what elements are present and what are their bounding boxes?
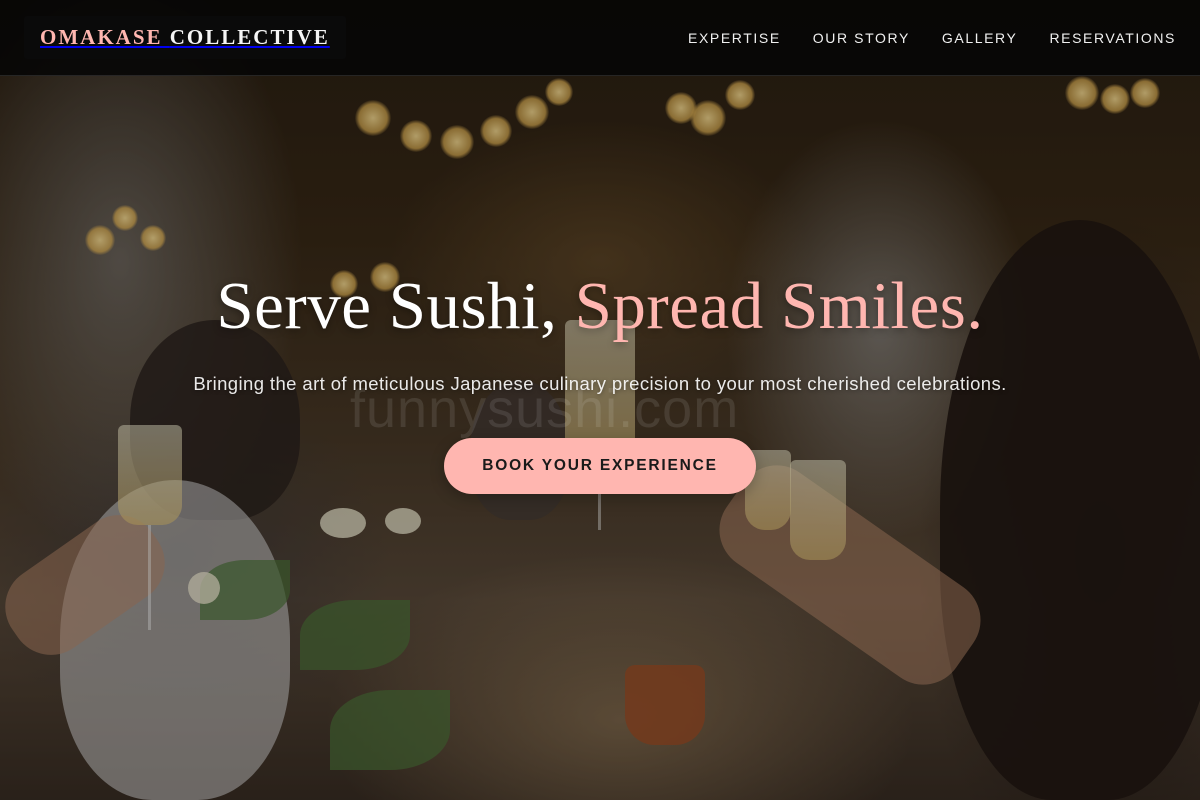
nav-link-our-story[interactable]: OUR STORY bbox=[813, 30, 910, 46]
top-navigation: OMAKASE COLLECTIVE EXPERTISE OUR STORY G… bbox=[0, 0, 1200, 76]
nav-links: EXPERTISE OUR STORY GALLERY RESERVATIONS bbox=[688, 30, 1176, 46]
headline-part1: Serve Sushi, bbox=[216, 269, 558, 343]
hero-subheadline: Bringing the art of meticulous Japanese … bbox=[193, 372, 1007, 394]
book-experience-button[interactable]: BOOK YOUR EXPERIENCE bbox=[444, 437, 756, 494]
hero-section: Serve Sushi, Spread Smiles. Bringing the… bbox=[0, 269, 1200, 494]
nav-link-gallery[interactable]: GALLERY bbox=[942, 30, 1018, 46]
nav-link-reservations[interactable]: RESERVATIONS bbox=[1049, 30, 1176, 46]
nav-link-expertise[interactable]: EXPERTISE bbox=[688, 30, 781, 46]
headline-accent: Spread Smiles. bbox=[574, 269, 984, 343]
brand-name-part1: OMAKASE bbox=[40, 25, 163, 49]
hero-headline: Serve Sushi, Spread Smiles. bbox=[0, 269, 1200, 344]
brand-logo[interactable]: OMAKASE COLLECTIVE bbox=[24, 16, 346, 59]
brand-name-part2: COLLECTIVE bbox=[169, 25, 330, 49]
